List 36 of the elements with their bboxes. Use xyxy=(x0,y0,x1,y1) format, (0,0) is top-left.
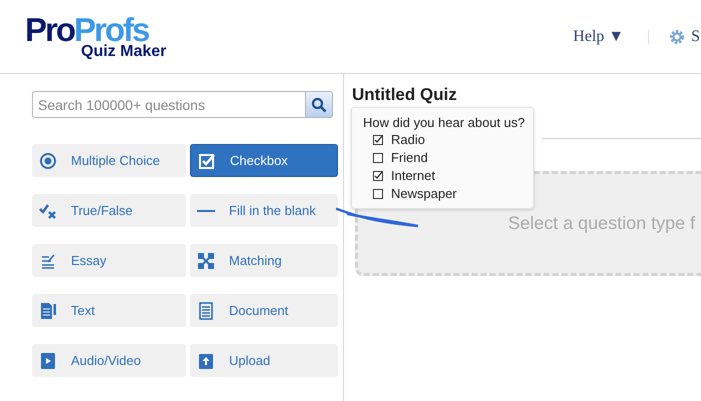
question-type-button[interactable]: Upload xyxy=(190,344,338,377)
dropzone-text: Select a question type f xyxy=(508,212,696,235)
upload-icon xyxy=(197,352,215,370)
edit-lines-icon xyxy=(39,252,57,270)
document-icon xyxy=(197,302,215,320)
question-type-button[interactable]: Document xyxy=(190,294,338,327)
preview-question: How did you hear about us? xyxy=(363,114,526,131)
question-type-button[interactable]: Fill in the blank xyxy=(190,194,338,227)
logo-subtitle: Quiz Maker xyxy=(81,44,166,60)
question-type-button[interactable]: Text xyxy=(32,294,186,327)
logo-text: Profs xyxy=(74,14,148,46)
quiz-title: Untitled Quiz xyxy=(352,84,458,106)
document-pen-icon xyxy=(39,302,57,320)
help-menu[interactable]: Help ▼ xyxy=(573,24,624,48)
question-type-button[interactable]: True/False xyxy=(32,194,186,227)
settings-menu[interactable]: S xyxy=(691,24,700,48)
search-field[interactable]: Search 100000+ questions xyxy=(32,91,306,118)
question-type-button[interactable]: Matching xyxy=(190,244,338,277)
search-button[interactable] xyxy=(306,91,333,118)
settings-icon[interactable] xyxy=(669,28,686,44)
question-type-button[interactable]: Essay xyxy=(32,244,186,277)
radio-icon xyxy=(39,152,57,170)
preview-option: Radio xyxy=(391,130,425,150)
logo-text: Pro xyxy=(25,14,74,46)
question-type-button[interactable]: Audio/Video xyxy=(32,344,186,377)
dash-icon xyxy=(197,208,215,212)
preview-option: Friend xyxy=(391,148,428,168)
play-icon xyxy=(39,352,57,370)
question-type-button[interactable]: Multiple Choice xyxy=(32,144,186,177)
checkbox-icon xyxy=(198,152,216,170)
check-cross-icon xyxy=(39,202,57,220)
matching-icon xyxy=(197,252,215,270)
question-type-button[interactable]: Checkbox xyxy=(190,144,338,177)
preview-option: Newspaper xyxy=(391,184,457,204)
search-icon xyxy=(311,96,327,112)
logo[interactable]: ProProfs Quiz Maker xyxy=(25,14,166,60)
